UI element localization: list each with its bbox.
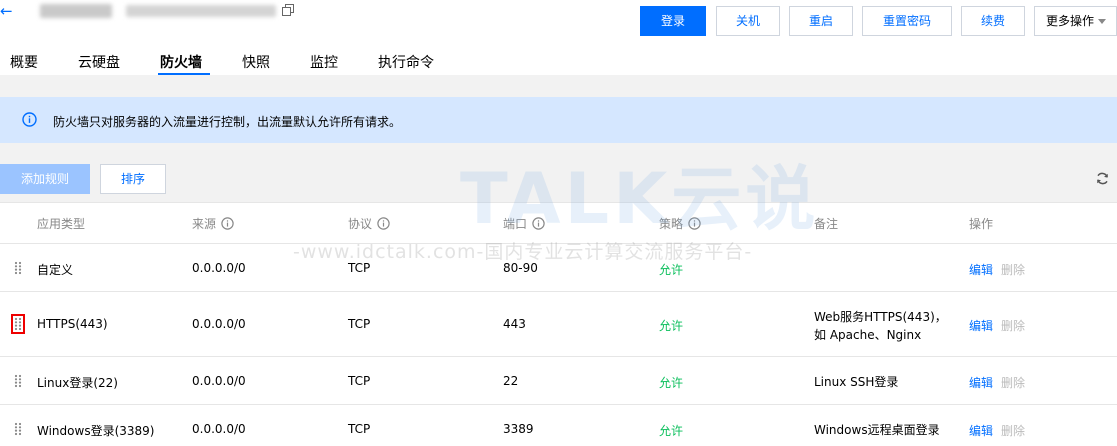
tab-firewall[interactable]: 防火墙 (160, 52, 202, 72)
reset-password-button[interactable]: 重置密码 (862, 6, 952, 36)
cell-port: 443 (503, 317, 526, 331)
cell-protocol: TCP (348, 422, 371, 436)
copy-icon[interactable] (282, 4, 294, 16)
tab-overview[interactable]: 概要 (10, 52, 38, 72)
top-bar: ← 登录 关机 重启 重置密码 续费 更多操作 概要 云硬盘 防火墙 快照 监控… (0, 0, 1117, 75)
cell-remark: Web服务HTTPS(443)， (814, 310, 947, 324)
cell-policy: 允许 (659, 319, 684, 333)
header-label: 备注 (814, 217, 839, 231)
renew-button[interactable]: 续费 (961, 6, 1025, 36)
edit-link[interactable]: 编辑 (969, 261, 993, 278)
header-policy: 策略 (659, 215, 701, 232)
add-rule-button: 添加规则 (0, 164, 90, 194)
cell-app-type: Linux登录(22) (37, 376, 118, 390)
cell-app-type: Windows登录(3389) (37, 424, 155, 438)
help-icon[interactable] (688, 217, 701, 230)
table-row: HTTPS(443) 0.0.0.0/0 TCP 443 允许 Web服务HTT… (0, 291, 1117, 356)
edit-link[interactable]: 编辑 (969, 317, 993, 334)
delete-link: 删除 (1001, 319, 1026, 333)
refresh-icon[interactable] (1095, 171, 1110, 186)
header-remark: 备注 (814, 215, 838, 232)
drag-handle-icon[interactable] (14, 261, 22, 275)
delete-link: 删除 (1001, 263, 1026, 277)
more-actions-label: 更多操作 (1046, 14, 1095, 28)
active-tab-indicator (158, 73, 210, 75)
table-row: Linux登录(22) 0.0.0.0/0 TCP 22 允许 Linux SS… (0, 356, 1117, 404)
help-icon[interactable] (532, 217, 545, 230)
cell-source: 0.0.0.0/0 (192, 261, 246, 275)
header-label: 操作 (969, 217, 994, 231)
table-row: Windows登录(3389) 0.0.0.0/0 TCP 3389 允许 Wi… (0, 404, 1117, 446)
delete-link: 删除 (1001, 424, 1026, 438)
tab-cloud-disk[interactable]: 云硬盘 (78, 52, 120, 72)
restart-button[interactable]: 重启 (789, 6, 853, 36)
cell-port: 3389 (503, 422, 534, 436)
more-actions-dropdown[interactable]: 更多操作 (1034, 6, 1117, 36)
header-actions: 操作 (969, 215, 993, 232)
cell-port: 22 (503, 374, 519, 388)
edit-link[interactable]: 编辑 (969, 374, 993, 391)
cell-protocol: TCP (348, 374, 371, 388)
cell-source: 0.0.0.0/0 (192, 422, 246, 436)
help-icon[interactable] (221, 217, 234, 230)
sort-button[interactable]: 排序 (100, 164, 166, 194)
header-label: 应用类型 (37, 217, 86, 231)
header-protocol: 协议 (348, 215, 390, 232)
header-label: 来源 (192, 217, 217, 231)
delete-link: 删除 (1001, 376, 1026, 390)
cell-port: 80-90 (503, 261, 538, 275)
header-label: 策略 (659, 217, 684, 231)
cell-policy: 允许 (659, 263, 684, 277)
header-label: 端口 (503, 217, 528, 231)
tab-run-command[interactable]: 执行命令 (378, 52, 434, 72)
tab-monitor[interactable]: 监控 (310, 52, 338, 72)
cell-protocol: TCP (348, 261, 371, 275)
header-label: 协议 (348, 217, 373, 231)
info-notice: 防火墙只对服务器的入流量进行控制，出流量默认允许所有请求。 (0, 97, 1117, 143)
cell-app-type: 自定义 (37, 263, 74, 277)
chevron-down-icon (1098, 19, 1106, 24)
firewall-rules-table: 应用类型 来源 协议 端口 策略 备注 操作 自定义 0.0.0.0/0 TCP… (0, 202, 1117, 446)
cell-remark-line2: 如 Apache、Nginx (814, 328, 922, 342)
cell-policy: 允许 (659, 376, 684, 390)
cell-remark: Windows远程桌面登录 (814, 423, 940, 437)
back-arrow-icon[interactable]: ← (0, 4, 14, 19)
header-app-type: 应用类型 (37, 215, 85, 232)
cell-app-type: HTTPS(443) (37, 317, 108, 331)
login-button[interactable]: 登录 (640, 6, 706, 36)
help-icon[interactable] (377, 217, 390, 230)
edit-link[interactable]: 编辑 (969, 422, 993, 439)
cell-source: 0.0.0.0/0 (192, 317, 246, 331)
header-source: 来源 (192, 215, 234, 232)
drag-handle-icon[interactable] (14, 374, 22, 388)
cell-source: 0.0.0.0/0 (192, 374, 246, 388)
header-port: 端口 (503, 215, 545, 232)
tab-snapshot[interactable]: 快照 (242, 52, 270, 72)
drag-handle-icon[interactable] (14, 422, 22, 436)
notice-text: 防火墙只对服务器的入流量进行控制，出流量默认允许所有请求。 (53, 115, 402, 129)
instance-ip-redacted (126, 5, 276, 17)
cell-protocol: TCP (348, 317, 371, 331)
table-row: 自定义 0.0.0.0/0 TCP 80-90 允许 编辑 删除 (0, 243, 1117, 291)
shutdown-button[interactable]: 关机 (716, 6, 780, 36)
instance-name-redacted (40, 4, 112, 18)
cell-policy: 允许 (659, 424, 684, 438)
drag-handle-icon[interactable] (11, 314, 25, 334)
info-icon (22, 112, 37, 127)
cell-remark: Linux SSH登录 (814, 375, 899, 389)
